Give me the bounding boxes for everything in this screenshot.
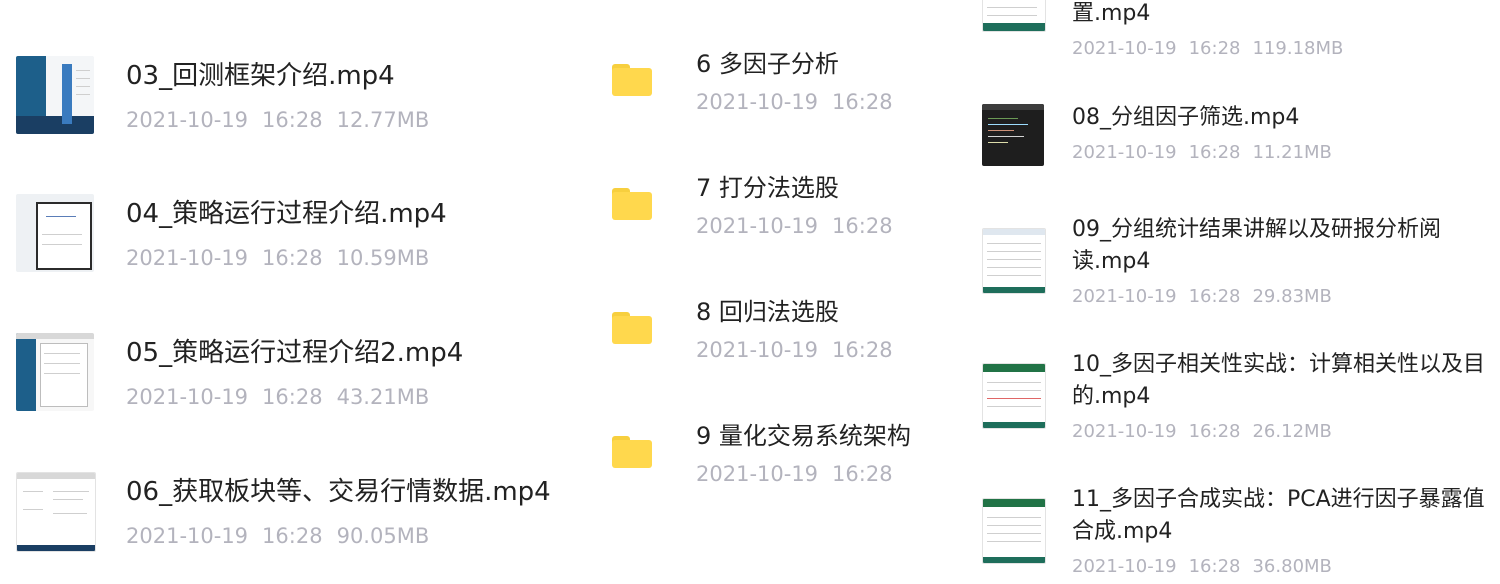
file-item[interactable]: 06_获取板块等、交易行情数据.mp4 2021-10-19 16:28 90.05… <box>0 466 600 566</box>
video-thumbnail <box>982 363 1046 429</box>
file-time: 16:28 <box>1188 286 1241 307</box>
folder-time: 16:28 <box>832 214 893 238</box>
file-size: 26.12MB <box>1252 421 1332 442</box>
file-size: 36.80MB <box>1252 556 1332 577</box>
file-date: 2021-10-19 <box>1072 421 1177 442</box>
folder-time: 16:28 <box>832 338 893 362</box>
file-name: 05_策略运行过程介绍2.mp4 <box>126 338 464 368</box>
file-size: 10.59MB <box>336 246 430 270</box>
file-date: 2021-10-19 <box>1072 286 1177 307</box>
file-item[interactable]: 10_多因子相关性实战：计算相关性以及目 的.mp4 2021-10-19 16:… <box>970 349 1500 449</box>
file-meta: 2021-10-19 16:28 26.12MB <box>1072 419 1332 445</box>
file-item[interactable]: 05_策略运行过程介绍2.mp4 2021-10-19 16:28 43.21MB <box>0 327 600 427</box>
video-thumbnail <box>982 498 1046 564</box>
folder-name: 6 多因子分析 <box>696 50 839 78</box>
folder-name: 8 回归法选股 <box>696 298 839 326</box>
file-time: 16:28 <box>1188 38 1241 59</box>
folder-meta: 2021-10-19 16:28 <box>696 88 893 116</box>
file-meta: 2021-10-19 16:28 29.83MB <box>1072 284 1332 310</box>
file-item[interactable]: 08_分组因子筛选.mp4 2021-10-19 16:28 11.21MB <box>970 100 1500 180</box>
file-date: 2021-10-19 <box>1072 556 1177 577</box>
folder-date: 2021-10-19 <box>696 214 819 238</box>
file-size: 43.21MB <box>336 385 430 409</box>
file-name: 09_分组统计结果讲解以及研报分析阅 读.mp4 <box>1072 217 1441 274</box>
file-name: 10_多因子相关性实战：计算相关性以及目 的.mp4 <box>1072 352 1485 409</box>
folder-icon <box>612 64 652 96</box>
file-size: 12.77MB <box>336 108 430 132</box>
video-thumbnail <box>16 472 96 552</box>
file-date: 2021-10-19 <box>1072 38 1177 59</box>
file-item[interactable]: 09_分组统计结果讲解以及研报分析阅 读.mp4 2021-10-19 16:28… <box>970 214 1500 314</box>
file-meta: 2021-10-19 16:28 36.80MB <box>1072 554 1332 580</box>
folder-name: 9 量化交易系统架构 <box>696 422 911 450</box>
folder-meta: 2021-10-19 16:28 <box>696 212 893 240</box>
file-date: 2021-10-19 <box>126 108 249 132</box>
folder-date: 2021-10-19 <box>696 90 819 114</box>
file-name: 06_获取板块等、交易行情数据.mp4 <box>126 477 551 507</box>
left-column: 03_回测框架介绍.mp4 2021-10-19 16:28 12.77MB 04_… <box>0 0 600 579</box>
file-time: 16:28 <box>262 108 323 132</box>
folder-icon <box>612 312 652 344</box>
video-thumbnail <box>16 56 94 134</box>
file-item[interactable]: 04_策略运行过程介绍.mp4 2021-10-19 16:28 10.59MB <box>0 188 600 288</box>
file-time: 16:28 <box>1188 556 1241 577</box>
file-date: 2021-10-19 <box>1072 142 1177 163</box>
folder-date: 2021-10-19 <box>696 462 819 486</box>
file-item[interactable]: 11_多因子合成实战：PCA进行因子暴露值 合成.mp4 2021-10-19 1… <box>970 484 1500 584</box>
file-name: 置.mp4 <box>1072 1 1151 26</box>
folder-item[interactable]: 7 打分法选股 2021-10-19 16:28 <box>600 170 970 250</box>
file-date: 2021-10-19 <box>126 524 249 548</box>
folder-item[interactable]: 6 多因子分析 2021-10-19 16:28 <box>600 46 970 126</box>
file-size: 29.83MB <box>1252 286 1332 307</box>
folder-icon <box>612 188 652 220</box>
file-item[interactable]: 置.mp4 2021-10-19 16:28 119.18MB <box>970 0 1500 70</box>
file-meta: 2021-10-19 16:28 11.21MB <box>1072 140 1332 166</box>
file-item[interactable]: 03_回测框架介绍.mp4 2021-10-19 16:28 12.77MB <box>0 50 600 150</box>
file-meta: 2021-10-19 16:28 119.18MB <box>1072 36 1343 62</box>
folder-icon <box>612 436 652 468</box>
video-thumbnail <box>982 228 1046 294</box>
file-size: 90.05MB <box>336 524 430 548</box>
folder-meta: 2021-10-19 16:28 <box>696 336 893 364</box>
video-thumbnail <box>16 194 94 272</box>
file-date: 2021-10-19 <box>126 385 249 409</box>
file-meta: 2021-10-19 16:28 43.21MB <box>126 383 429 411</box>
file-meta: 2021-10-19 16:28 90.05MB <box>126 522 429 550</box>
folder-time: 16:28 <box>832 462 893 486</box>
folder-item[interactable]: 9 量化交易系统架构 2021-10-19 16:28 <box>600 418 970 498</box>
video-thumbnail <box>982 104 1044 166</box>
video-thumbnail <box>16 333 94 411</box>
folder-name: 7 打分法选股 <box>696 174 839 202</box>
file-name: 03_回测框架介绍.mp4 <box>126 61 395 91</box>
folder-time: 16:28 <box>832 90 893 114</box>
file-meta: 2021-10-19 16:28 12.77MB <box>126 106 429 134</box>
file-time: 16:28 <box>262 246 323 270</box>
right-column: 置.mp4 2021-10-19 16:28 119.18MB 08_分组因子筛选.… <box>970 0 1500 579</box>
file-time: 16:28 <box>1188 421 1241 442</box>
folder-item[interactable]: 8 回归法选股 2021-10-19 16:28 <box>600 294 970 374</box>
file-name: 04_策略运行过程介绍.mp4 <box>126 199 447 229</box>
file-time: 16:28 <box>1188 142 1241 163</box>
middle-column: 6 多因子分析 2021-10-19 16:28 7 打分法选股 2021-10-… <box>600 0 970 579</box>
file-size: 11.21MB <box>1252 142 1332 163</box>
file-time: 16:28 <box>262 385 323 409</box>
file-name: 08_分组因子筛选.mp4 <box>1072 105 1300 130</box>
file-size: 119.18MB <box>1252 38 1344 59</box>
file-name: 11_多因子合成实战：PCA进行因子暴露值 合成.mp4 <box>1072 487 1485 544</box>
folder-date: 2021-10-19 <box>696 338 819 362</box>
folder-meta: 2021-10-19 16:28 <box>696 460 893 488</box>
file-meta: 2021-10-19 16:28 10.59MB <box>126 244 429 272</box>
file-time: 16:28 <box>262 524 323 548</box>
file-date: 2021-10-19 <box>126 246 249 270</box>
video-thumbnail <box>982 0 1046 32</box>
